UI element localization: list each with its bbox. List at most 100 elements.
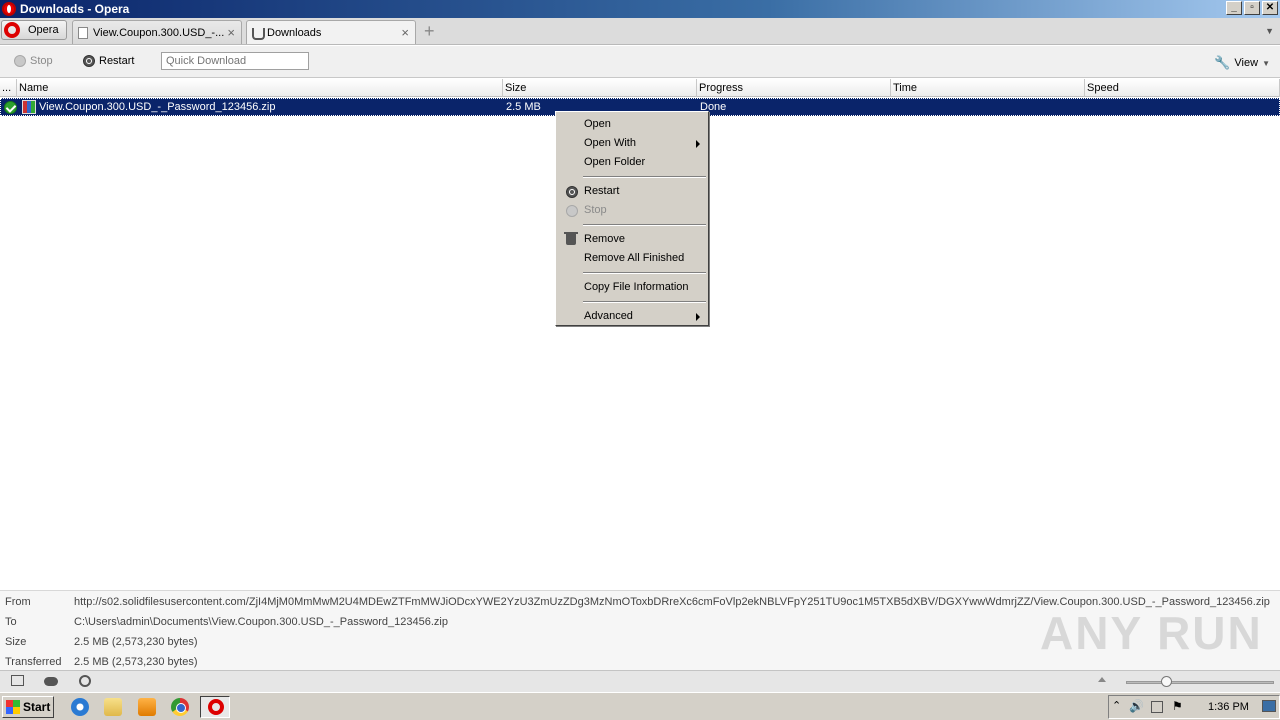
column-time[interactable]: Time <box>891 79 1085 97</box>
windows-taskbar: Start ⌃ 🔊 ⚑ 1:36 PM <box>0 692 1280 720</box>
wrench-icon: 🔧 <box>1214 55 1231 70</box>
tab-label: Downloads <box>267 27 322 39</box>
opera-menu-button[interactable]: Opera <box>1 20 67 40</box>
menu-item-open-folder[interactable]: Open Folder <box>557 153 707 172</box>
transferred-label: Transferred <box>5 656 62 668</box>
taskbar-clock[interactable]: 1:36 PM <box>1208 701 1249 713</box>
restart-icon <box>566 186 578 198</box>
tab-label: View.Coupon.300.USD_-... <box>93 27 225 39</box>
menu-separator <box>583 301 706 303</box>
from-label: From <box>5 596 31 608</box>
restart-icon <box>83 55 95 67</box>
restart-label: Restart <box>99 55 135 67</box>
menu-item-remove-all-finished[interactable]: Remove All Finished <box>557 249 707 268</box>
menu-item-stop[interactable]: Stop <box>557 201 707 220</box>
tab-bar: Opera View.Coupon.300.USD_-... × Downloa… <box>0 18 1280 45</box>
close-window-button[interactable]: ✕ <box>1262 1 1278 15</box>
restart-button[interactable]: Restart <box>83 55 134 67</box>
menu-item-label: Open With <box>584 137 636 149</box>
stop-icon <box>14 55 26 67</box>
zip-archive-icon <box>22 100 36 114</box>
action-center-flag-icon[interactable]: ⚑ <box>1172 699 1184 713</box>
menu-item-copy-file-information[interactable]: Copy File Information <box>557 278 707 297</box>
start-button[interactable]: Start <box>2 696 54 718</box>
window-title: Downloads - Opera <box>20 2 130 16</box>
system-tray: ⌃ 🔊 ⚑ <box>1108 695 1280 719</box>
column-size[interactable]: Size <box>503 79 697 97</box>
minimize-button[interactable]: _ <box>1226 1 1242 15</box>
menu-item-restart[interactable]: Restart <box>557 182 707 201</box>
downloads-toolbar: Stop Restart 🔧 View ▼ <box>0 46 1280 78</box>
title-bar: Downloads - Opera _ ▫ ✕ <box>0 0 1280 18</box>
menu-item-remove[interactable]: Remove <box>557 230 707 249</box>
downloads-icon <box>252 27 265 40</box>
close-tab-icon[interactable]: × <box>227 25 235 40</box>
menu-separator <box>583 176 706 178</box>
to-label: To <box>5 616 17 628</box>
column-speed[interactable]: Speed <box>1085 79 1280 97</box>
menu-item-label: Remove All Finished <box>584 252 685 264</box>
chrome-icon[interactable] <box>171 698 189 716</box>
opera-taskbar-icon[interactable] <box>200 696 230 718</box>
maximize-button[interactable]: ▫ <box>1244 1 1260 15</box>
turbo-speed-icon[interactable] <box>79 675 91 687</box>
column-progress[interactable]: Progress <box>697 79 891 97</box>
to-value[interactable]: C:\Users\admin\Documents\View.Coupon.300… <box>74 616 448 628</box>
window-controls: _ ▫ ✕ <box>1226 1 1278 15</box>
completed-check-icon <box>4 101 17 114</box>
page-icon <box>78 27 88 39</box>
zoom-slider[interactable] <box>1126 681 1274 684</box>
anyrun-watermark: ANY RUN <box>1040 607 1263 659</box>
downloads-column-header: ... Name Size Progress Time Speed <box>0 79 1280 97</box>
size-value: 2.5 MB (2,573,230 bytes) <box>74 636 198 648</box>
menu-separator <box>583 272 706 274</box>
media-player-icon[interactable] <box>138 698 156 716</box>
download-name: View.Coupon.300.USD_-_Password_123456.zi… <box>39 101 276 113</box>
menu-item-label: Stop <box>584 204 607 216</box>
start-label: Start <box>23 700 51 714</box>
column-name[interactable]: Name <box>17 79 503 97</box>
submenu-arrow-icon <box>696 313 700 321</box>
close-tab-icon[interactable]: × <box>401 25 409 40</box>
download-context-menu: Open Open With Open Folder Restart Stop … <box>555 111 709 326</box>
menu-item-label: Open Folder <box>584 156 646 168</box>
windows-logo-icon <box>6 700 20 714</box>
download-size: 2.5 MB <box>506 101 541 113</box>
submenu-arrow-icon <box>696 140 700 148</box>
menu-separator <box>583 224 706 226</box>
stop-icon <box>566 205 578 217</box>
menu-item-label: Restart <box>584 185 620 197</box>
view-menu-button[interactable]: 🔧 View ▼ <box>1214 55 1270 71</box>
network-icon[interactable] <box>1151 701 1163 713</box>
show-desktop-icon[interactable] <box>1262 700 1276 712</box>
size-label: Size <box>5 636 27 648</box>
new-tab-icon[interactable]: + <box>424 22 435 40</box>
menu-item-label: Advanced <box>584 310 633 322</box>
column-more[interactable]: ... <box>0 79 17 97</box>
stop-button[interactable]: Stop <box>14 55 53 67</box>
internet-explorer-icon[interactable] <box>71 698 89 716</box>
zoom-slider-thumb[interactable] <box>1161 676 1172 687</box>
opera-menu-label: Opera <box>28 24 59 36</box>
opera-icon <box>4 22 20 38</box>
show-hidden-icons-icon[interactable]: ⌃ <box>1112 699 1124 712</box>
menu-item-open-with[interactable]: Open With <box>557 134 707 153</box>
menu-item-advanced[interactable]: Advanced <box>557 307 707 326</box>
zoom-up-icon[interactable] <box>1098 677 1106 682</box>
view-label: View <box>1234 57 1259 69</box>
menu-item-label: Open <box>584 118 611 130</box>
opera-logo-icon <box>2 2 16 16</box>
transferred-value: 2.5 MB (2,573,230 bytes) <box>74 656 198 668</box>
tab-downloads[interactable]: Downloads × <box>246 20 416 44</box>
menu-item-open[interactable]: Open <box>557 115 707 134</box>
opera-unite-cloud-icon[interactable] <box>44 677 58 686</box>
quick-download-input[interactable] <box>161 52 309 70</box>
trash-icon <box>564 232 578 245</box>
stop-label: Stop <box>30 55 53 67</box>
tab-menu-chevron-icon[interactable]: ▼ <box>1265 26 1274 36</box>
tab-coupon-page[interactable]: View.Coupon.300.USD_-... × <box>72 20 242 44</box>
volume-icon[interactable]: 🔊 <box>1129 699 1144 713</box>
file-explorer-icon[interactable] <box>104 698 122 716</box>
menu-item-label: Copy File Information <box>584 281 689 293</box>
panel-toggle-icon[interactable] <box>11 675 24 686</box>
